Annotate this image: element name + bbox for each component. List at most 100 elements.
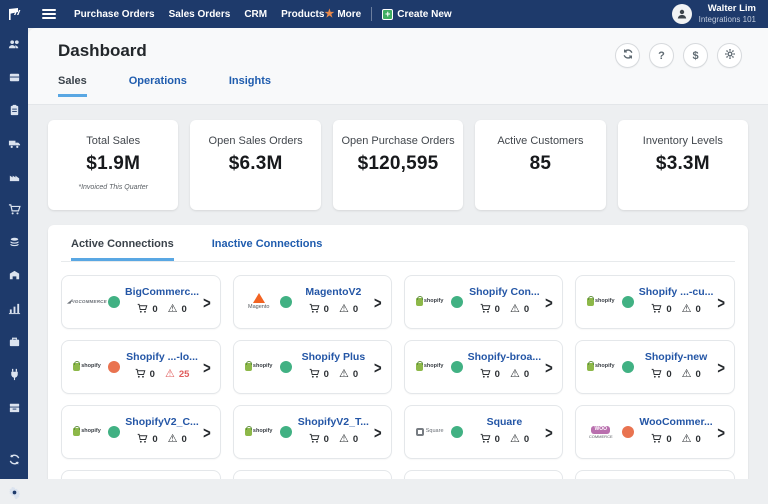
cart-icon [8, 203, 21, 221]
warning-count: 0 [524, 434, 529, 445]
shopify-logo-icon: shopify [583, 298, 619, 306]
page-header: Dashboard ?$ SalesOperationsInsights [28, 28, 768, 105]
warning-count: 0 [181, 434, 186, 445]
connection-status-dot [451, 361, 463, 373]
chevron-right-icon[interactable]: > [545, 422, 553, 442]
kpi-row: Total Sales $1.9M *Invoiced This Quarter… [28, 105, 768, 210]
connection-name-link[interactable]: BigCommerc... [125, 286, 199, 298]
connection-status-dot [280, 296, 292, 308]
connection-card[interactable]: WOOCOMMERCE WooCommer... 0 ⚠ 0 > [575, 405, 735, 459]
manufacturing-icon [8, 170, 21, 188]
chevron-right-icon[interactable]: > [203, 292, 211, 312]
chevron-right-icon[interactable]: > [717, 357, 725, 377]
tab-inactive-connections[interactable]: Inactive Connections [212, 238, 323, 261]
chevron-right-icon[interactable]: > [374, 357, 382, 377]
connection-name-link[interactable]: ShopifyV2_C... [125, 416, 199, 428]
connection-card[interactable]: ◢ᴮIGCOMMERCE BigCommerc... 0 ⚠ 0 > [61, 275, 221, 329]
sidebar-item-settings[interactable] [7, 488, 21, 502]
connection-name-link[interactable]: MagentoV2 [297, 286, 370, 298]
nav-item-crm[interactable]: CRM [244, 9, 267, 20]
chevron-right-icon[interactable]: > [374, 422, 382, 442]
connection-card[interactable]: Magento MagentoV2 0 ⚠ 0 > [233, 275, 392, 329]
create-new-label: Create New [397, 9, 451, 20]
chevron-right-icon[interactable]: > [203, 422, 211, 442]
sidebar-item-cart[interactable] [7, 205, 21, 219]
connection-name-link[interactable]: ShopifyV2_T... [297, 416, 370, 428]
connection-name-link[interactable]: WooCommer... [639, 416, 714, 428]
cart-count: 0 [495, 434, 500, 445]
nav-item-products[interactable]: Products [281, 9, 324, 20]
connection-card[interactable]: shopify Shopify Con... 0 ⚠ 0 > [404, 275, 563, 329]
connection-status-dot [108, 361, 120, 373]
sidebar-item-customers[interactable] [7, 40, 21, 54]
kpi-value: 85 [475, 153, 605, 175]
connection-card[interactable]: Square Square 0 ⚠ 0 > [404, 405, 563, 459]
connection-card[interactable]: shopify Shopify ...-cu... 0 ⚠ 0 > [575, 275, 735, 329]
sidebar-item-inventory[interactable] [7, 403, 21, 417]
sidebar-item-business[interactable] [7, 337, 21, 351]
connection-card[interactable]: Newegg -NZ ⚠ > [575, 470, 735, 479]
settings-button[interactable] [717, 43, 742, 68]
chevron-right-icon[interactable]: > [545, 292, 553, 312]
connection-card[interactable]: shopify Shopify ...-lo... 0 ⚠ 25 > [61, 340, 221, 394]
nav-item-purchase-orders[interactable]: Purchase Orders [74, 9, 155, 20]
connection-card[interactable]: Etsy ⚠ > [404, 470, 563, 479]
user-area[interactable]: Walter Lim Integrations 101 [672, 4, 768, 24]
menu-hamburger-icon[interactable] [34, 9, 64, 19]
sidebar-item-warehouse[interactable] [7, 271, 21, 285]
create-new-button[interactable]: + Create New [382, 9, 451, 20]
connection-name-link[interactable]: Shopify ...-cu... [639, 286, 714, 298]
connection-name-link[interactable]: Shopify ...-lo... [125, 351, 199, 363]
shopify-logo-icon: shopify [412, 298, 448, 306]
currency-button[interactable]: $ [683, 43, 708, 68]
connection-name-link[interactable]: Shopify Plus [297, 351, 370, 363]
tab-sales[interactable]: Sales [58, 75, 87, 97]
chevron-right-icon[interactable]: > [717, 292, 725, 312]
connection-metrics: 0 ⚠ 0 [125, 301, 199, 319]
warning-count: 0 [524, 304, 529, 315]
warning-icon: ⚠ [339, 434, 349, 445]
connection-name-link[interactable]: Shopify Con... [468, 286, 542, 298]
connection-card[interactable]: Amazon Sell... ⚠ > [61, 470, 221, 479]
tab-active-connections[interactable]: Active Connections [71, 238, 174, 261]
kpi-card: Open Sales Orders $6.3M [190, 120, 320, 210]
help-button[interactable]: ? [649, 43, 674, 68]
more-label: More [337, 9, 361, 20]
app-logo-icon[interactable] [0, 6, 28, 22]
user-avatar[interactable] [672, 4, 692, 24]
connection-card[interactable]: shopify ShopifyV2_T... 0 ⚠ 0 > [233, 405, 392, 459]
sidebar-item-reports[interactable] [7, 304, 21, 318]
connection-card[interactable]: shopify Shopify Plus 0 ⚠ 0 > [233, 340, 392, 394]
connection-name-link[interactable]: Square [468, 416, 542, 428]
connection-name-link[interactable]: Shopify-new [639, 351, 714, 363]
kpi-value: $120,595 [333, 153, 463, 175]
sidebar-item-shipping[interactable] [7, 139, 21, 153]
refresh-button[interactable] [615, 43, 640, 68]
chevron-right-icon[interactable]: > [545, 357, 553, 377]
nav-item-sales-orders[interactable]: Sales Orders [169, 9, 231, 20]
sidebar-item-integrations[interactable] [7, 370, 21, 384]
warning-count: 0 [353, 304, 358, 315]
cart-icon [651, 366, 662, 384]
more-menu[interactable]: ★ More [324, 9, 361, 20]
chevron-right-icon[interactable]: > [203, 357, 211, 377]
sidebar-item-finance[interactable] [7, 238, 21, 252]
warning-count: 0 [696, 369, 701, 380]
connection-name-link[interactable]: Shopify-broa... [468, 351, 542, 363]
sidebar-item-orders[interactable] [7, 106, 21, 120]
connection-card[interactable]: shopify Shopify-new 0 ⚠ 0 > [575, 340, 735, 394]
connection-card[interactable]: eBay 2 ⚠ > [233, 470, 392, 479]
tab-operations[interactable]: Operations [129, 75, 187, 97]
tab-insights[interactable]: Insights [229, 75, 271, 97]
sync-icon [8, 453, 21, 471]
chevron-right-icon[interactable]: > [374, 292, 382, 312]
square-logo-icon: Square [412, 428, 448, 436]
sidebar-item-sync[interactable] [7, 455, 21, 469]
connection-status-dot [622, 361, 634, 373]
cart-icon [309, 366, 320, 384]
sidebar-item-products[interactable] [7, 73, 21, 87]
sidebar-item-manufacturing[interactable] [7, 172, 21, 186]
connection-card[interactable]: shopify Shopify-broa... 0 ⚠ 0 > [404, 340, 563, 394]
chevron-right-icon[interactable]: > [717, 422, 725, 442]
connection-card[interactable]: shopify ShopifyV2_C... 0 ⚠ 0 > [61, 405, 221, 459]
